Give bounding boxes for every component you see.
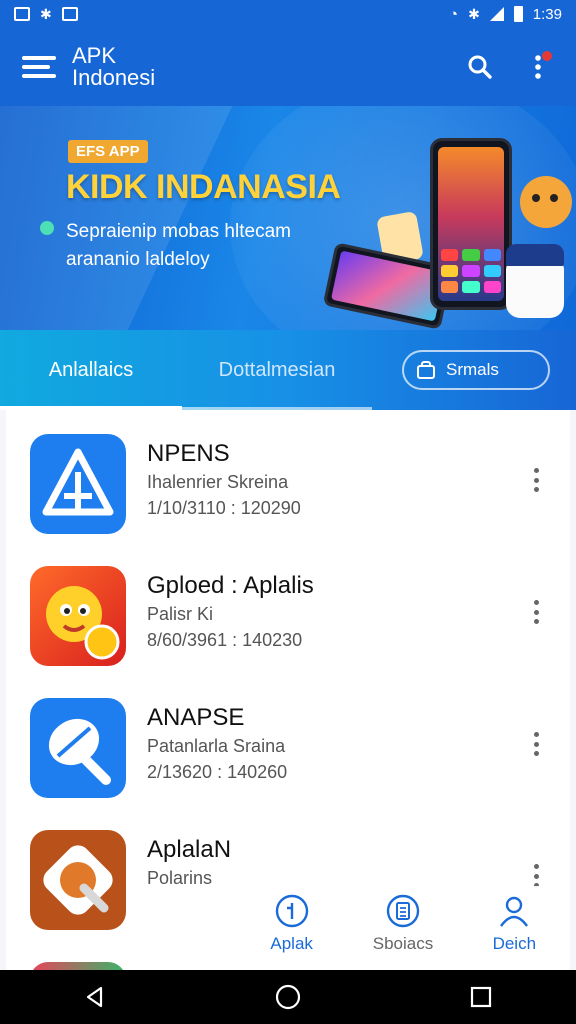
fox-mascot-illustration (520, 176, 572, 228)
bag-icon (417, 361, 435, 379)
bottom-nav-label: Sboiacs (372, 934, 434, 953)
tent-icon (30, 434, 126, 534)
battery-icon (513, 6, 523, 22)
gear-icon (30, 830, 126, 930)
signal-icon (489, 7, 504, 21)
tab-bar: Anlallaics Dottalmesian Srmals (0, 330, 576, 410)
promo-banner[interactable]: EFS APP KIDK INDANASIA Sepraienip mobas … (0, 106, 576, 330)
list-item[interactable]: Gploed : Aplalis Palisr Ki 8/60/3961 : 1… (6, 542, 570, 674)
leaf-icon (30, 698, 126, 798)
app-bar: APK Indonesi (0, 28, 576, 106)
mascot-icon (30, 566, 126, 666)
app-notification-icon (61, 7, 78, 21)
banner-subtitle-line1: Sepraienip mobas hltecam (66, 221, 291, 242)
app-meta: 8/60/3961 : 140230 (147, 630, 303, 650)
banner-title: KIDK INDANASIA (66, 168, 341, 206)
recents-icon[interactable] (470, 986, 492, 1008)
phone-illustration (430, 138, 512, 310)
banner-badge: EFS APP (68, 140, 148, 163)
app-meta: 1/10/3110 : 120290 (147, 498, 301, 518)
bottom-navigation: Aplak Sboiacs Deich (236, 886, 570, 970)
more-options-icon[interactable] (526, 864, 546, 888)
more-options-icon[interactable] (526, 468, 546, 492)
back-icon[interactable] (84, 986, 106, 1008)
bottom-nav-deich[interactable]: Deich (464, 886, 564, 954)
app-name: NPENS (147, 440, 230, 467)
more-options-icon[interactable] (526, 600, 546, 624)
system-navigation-bar (0, 970, 576, 1024)
list-item[interactable]: NPENS Ihalenrier Skreina 1/10/3110 : 120… (6, 410, 570, 542)
app-name: Gploed : Aplalis (147, 572, 314, 599)
list-item[interactable]: ANAPSE Patanlarla Sraina 2/13620 : 14026… (6, 674, 570, 806)
app-meta: 2/13620 : 140260 (147, 762, 288, 782)
partial-app-icon (30, 962, 126, 970)
app-subtitle: Palisr Ki (147, 604, 214, 624)
gallery-icon (14, 7, 30, 21)
wifi-icon: ◔ (449, 5, 459, 23)
banner-subtitle: Sepraienip mobas hltecam arananio laldel… (66, 218, 291, 274)
app-subtitle: Patanlarla Sraina (147, 736, 286, 756)
screen: ✱ ◔ ✱ 1:39 APK Indonesi EFS APP KIDK IND… (0, 0, 576, 1024)
bottom-nav-label: Aplak (270, 934, 313, 953)
banner-bullet (40, 221, 54, 235)
search-button[interactable] (464, 51, 496, 83)
search-pill-button[interactable]: Srmals (402, 350, 550, 390)
overflow-menu-button[interactable] (522, 51, 554, 83)
app-subtitle: Polarins (147, 868, 213, 888)
search-icon (468, 55, 492, 79)
bottom-nav-sboiacs[interactable]: Sboiacs (353, 886, 453, 954)
home-icon[interactable] (275, 984, 301, 1010)
bottom-nav-label: Deich (492, 934, 537, 953)
notification-icon: ✱ (40, 5, 52, 22)
police-mascot-illustration (506, 244, 564, 318)
info-icon (275, 894, 308, 928)
app-subtitle: Ihalenrier Skreina (147, 472, 289, 492)
app-name: AplalaN (147, 836, 232, 863)
app-title: APK Indonesi (72, 43, 156, 90)
person-icon (500, 896, 529, 927)
bluetooth-icon: ✱ (468, 5, 480, 22)
more-options-icon[interactable] (526, 732, 546, 756)
status-bar: ✱ ◔ ✱ 1:39 (0, 0, 576, 28)
tab-dottalmesian[interactable]: Dottalmesian (182, 330, 372, 410)
app-name: ANAPSE (147, 704, 245, 731)
search-pill-label: Srmals (446, 360, 499, 379)
banner-subtitle-line2: arananio laldeloy (66, 249, 210, 270)
clock: 1:39 (532, 5, 562, 23)
notification-badge (542, 51, 552, 61)
menu-icon[interactable] (22, 56, 56, 78)
bottom-nav-aplak[interactable]: Aplak (242, 886, 342, 954)
list-icon (386, 894, 420, 928)
tab-anlallaics[interactable]: Anlallaics (0, 330, 182, 410)
